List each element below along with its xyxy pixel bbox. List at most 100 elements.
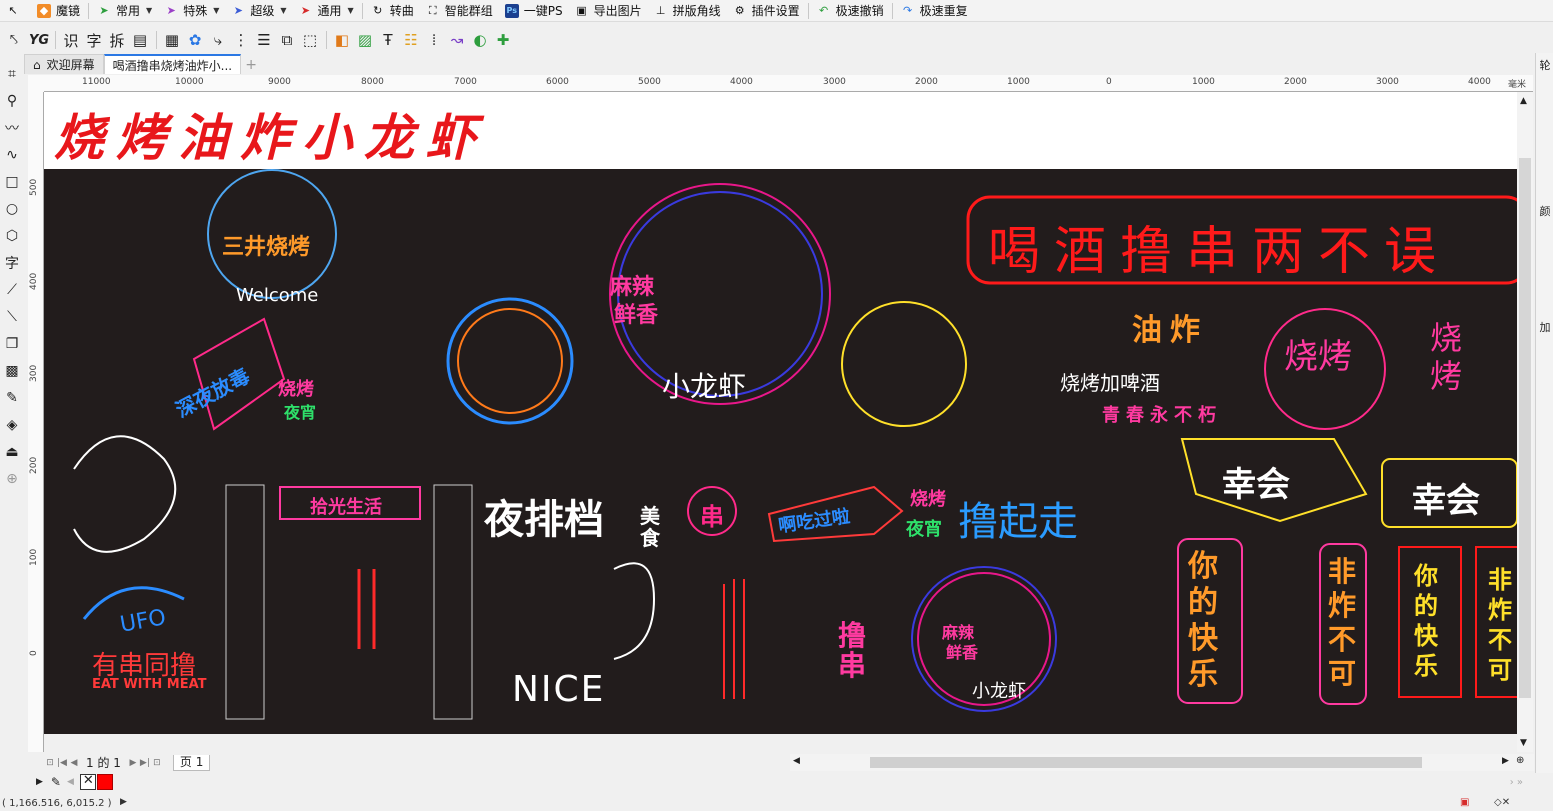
toolbar-button-mojing[interactable]: ◆ 魔镜 (31, 0, 86, 21)
distribute-lines-icon[interactable]: ☰ (253, 29, 275, 51)
horizontal-ruler[interactable]: 11000 10000 9000 8000 7000 6000 5000 400… (44, 75, 1533, 92)
color-blocks-icon[interactable]: ◧ (331, 29, 353, 51)
toolbar-button-smart-group[interactable]: ⛶ 智能群组 (420, 0, 499, 21)
list-icon[interactable]: ☷ (400, 29, 422, 51)
polygon-tool-icon[interactable]: ⬡ (0, 222, 24, 249)
neon-xiaolongxia: 小龙虾 (662, 370, 747, 403)
toolbar-button-zhuanqu[interactable]: ↻ 转曲 (365, 0, 420, 21)
bezier-tool-icon[interactable]: ∿ (0, 141, 24, 168)
text-align-icon[interactable]: Ŧ (377, 29, 399, 51)
toolbar-button-changyong[interactable]: ➤ 常用 ▼ (91, 0, 158, 21)
palette-scroll-left-icon[interactable]: ◀ (67, 777, 74, 787)
eyedropper-icon[interactable]: ✎ (51, 775, 61, 789)
toolbar-button-chaoji[interactable]: ➤ 超级 ▼ (225, 0, 292, 21)
prev-page-icon[interactable]: ◀ (68, 758, 80, 768)
toolbar-button-one-key-ps[interactable]: Ps 一键PS (499, 0, 569, 21)
scroll-right-icon[interactable]: ▶ (1502, 756, 1509, 766)
yg-button[interactable]: YG (28, 29, 50, 51)
zoom-tool-icon[interactable]: ⚲ (0, 87, 24, 114)
neon-nidekuaile: 你的快乐 (1188, 549, 1218, 692)
last-page-icon[interactable]: ▶| (139, 758, 151, 768)
toolbar-button-fast-redo[interactable]: ↷ 极速重复 (895, 0, 974, 21)
tab-welcome[interactable]: ⌂ 欢迎屏幕 (24, 54, 104, 74)
horizontal-scrollbar[interactable]: ◀ ▶ ⊕ (790, 754, 1534, 771)
palette-arrow-icon[interactable]: ▶ (36, 777, 43, 787)
first-page-icon[interactable]: |◀ (56, 758, 68, 768)
status-bar: ( 1,166.516, 6,015.2 ) ▶ ▣ ◇✕ (0, 797, 1553, 811)
crop-tool-icon[interactable]: ⌗ (0, 60, 24, 87)
transparency-tool-icon[interactable]: ▩ (0, 357, 24, 384)
ruler-origin[interactable] (28, 75, 44, 92)
add-page-before-icon[interactable]: ⊡ (44, 758, 56, 768)
smart-fill-tool-icon[interactable]: ⏏ (0, 438, 24, 465)
curve-step-icon[interactable]: ⤷ (207, 29, 229, 51)
node-tool-icon[interactable]: ⤣ (0, 27, 28, 53)
new-tab-icon[interactable]: + (241, 56, 261, 74)
text-button[interactable]: 字 (83, 29, 105, 51)
docker-tab-add[interactable]: 加 (1536, 319, 1553, 335)
shadow-tool-icon[interactable]: ❐ (0, 330, 24, 357)
puzzle-icon[interactable]: ✚ (492, 29, 514, 51)
toolbar-button-fast-undo[interactable]: ↶ 极速撤销 (811, 0, 890, 21)
x-icon: ✕ (82, 773, 94, 788)
toolbox: ⌗ ⚲ 〰 ∿ □ ○ ⬡ 字 ⟋ ⟍ ❐ ▩ ✎ ◈ ⏏ ⊕ (0, 60, 24, 580)
photoshop-icon: Ps (504, 3, 519, 18)
table-icon[interactable]: ▦ (161, 29, 183, 51)
barcode-icon[interactable]: ⦙ (423, 29, 445, 51)
vertical-scroll-thumb[interactable] (1519, 158, 1531, 698)
ruler-label: 10000 (175, 77, 204, 87)
scroll-left-icon[interactable]: ◀ (793, 756, 800, 766)
scroll-down-icon[interactable]: ▼ (1520, 738, 1527, 748)
toolbar-button-export-image[interactable]: ▣ 导出图片 (569, 0, 648, 21)
toolbar-button-crop-marks[interactable]: ⊥ 拼版角线 (648, 0, 727, 21)
toolbar-button-tongyong[interactable]: ➤ 通用 ▼ (293, 0, 360, 21)
ruler-label: 6000 (546, 77, 569, 87)
neon-yepaidang: 夜排档 (484, 497, 604, 543)
freehand-tool-icon[interactable]: 〰 (0, 114, 24, 141)
sphere-icon[interactable]: ◐ (469, 29, 491, 51)
drawing-canvas[interactable]: 烧烤油炸小龙虾 三井烧烤 Welcome 深夜放毒 烧烤 夜宵 麻辣 鲜香 小龙… (44, 92, 1517, 734)
morph-icon[interactable]: ↝ (446, 29, 468, 51)
add-page-after-icon[interactable]: ⊡ (151, 758, 163, 768)
ruler-label: 300 (29, 364, 39, 382)
ellipse-tool-icon[interactable]: ○ (0, 195, 24, 222)
eyedropper-tool-icon[interactable]: ✎ (0, 384, 24, 411)
rectangle-tool-icon[interactable]: □ (0, 168, 24, 195)
copy-pages-icon[interactable]: ▤ (129, 29, 151, 51)
add-tool-icon[interactable]: ⊕ (0, 465, 24, 492)
magic-mirror-icon: ◆ (37, 3, 51, 18)
arrange-icon[interactable]: ⧉ (276, 29, 298, 51)
text-tool-icon[interactable]: 字 (0, 249, 24, 276)
vertical-ruler[interactable]: 500 400 300 200 100 0 (28, 92, 44, 752)
split-button[interactable]: 拆 (106, 29, 128, 51)
palette-scroll-right-icon[interactable]: › » (1510, 777, 1523, 788)
zoom-icon[interactable]: ⊕ (1516, 755, 1524, 766)
fill-tool-icon[interactable]: ◈ (0, 411, 24, 438)
dimension-tool-icon[interactable]: ⟋ (0, 276, 24, 303)
fill-indicator-icon: ▣ (1460, 797, 1470, 808)
connector-tool-icon[interactable]: ⟍ (0, 303, 24, 330)
toolbar-grip[interactable]: ↖ (0, 0, 31, 21)
image-frame-icon[interactable]: ▨ (354, 29, 376, 51)
next-page-icon[interactable]: ▶ (127, 758, 139, 768)
neon-artwork[interactable]: 三井烧烤 Welcome 深夜放毒 烧烤 夜宵 麻辣 鲜香 小龙虾 喝酒撸串两不… (44, 169, 1517, 734)
toolbar-button-plugin-settings[interactable]: ⚙ 插件设置 (727, 0, 806, 21)
page-title[interactable]: 烧烤油炸小龙虾 (54, 98, 488, 170)
vertical-scrollbar[interactable]: ▲ ▼ (1517, 92, 1533, 752)
recognize-button[interactable]: 识 (60, 29, 82, 51)
docker-tab-color[interactable]: 颜 (1536, 203, 1553, 219)
align-nodes-icon[interactable]: ⋮ (230, 29, 252, 51)
tab-document[interactable]: 喝酒撸串烧烤油炸小... (103, 54, 242, 74)
toolbar-button-teshu[interactable]: ➤ 特殊 ▼ (158, 0, 225, 21)
page-tab-1[interactable]: 页 1 (172, 754, 211, 771)
scroll-up-icon[interactable]: ▲ (1520, 96, 1527, 106)
chevron-down-icon: ▼ (280, 6, 287, 15)
no-color-swatch[interactable]: ✕ (79, 773, 96, 790)
pattern-icon[interactable]: ✿ (184, 29, 206, 51)
horizontal-scroll-thumb[interactable] (870, 757, 1422, 768)
select-frame-icon[interactable]: ⬚ (299, 29, 321, 51)
docker-tab-outline[interactable]: 轮 (1536, 57, 1553, 73)
neon-shaokao-pijiu: 烧烤加啤酒 (1060, 371, 1160, 395)
neon-sanjing: 三井烧烤 (222, 235, 311, 260)
red-swatch[interactable] (96, 774, 113, 790)
